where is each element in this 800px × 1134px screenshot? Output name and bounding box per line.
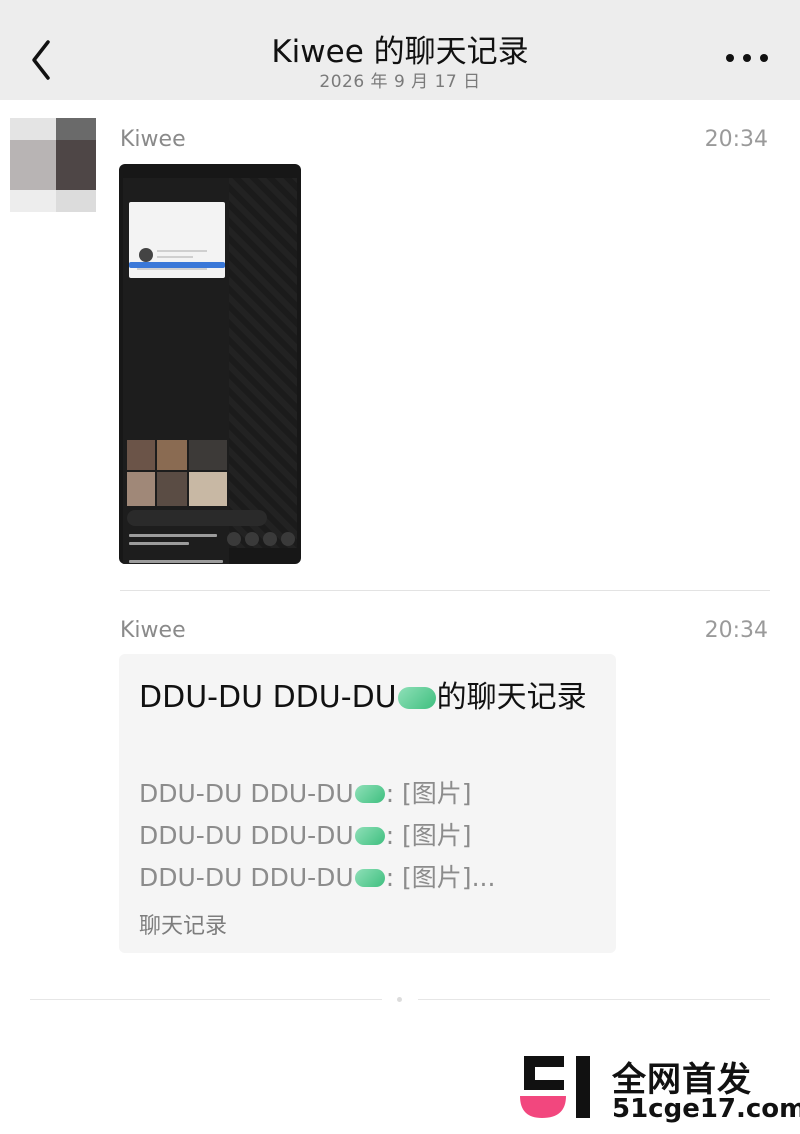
chat-record-title-name: DDU-DU DDU-DU	[139, 680, 397, 715]
message-sender: Kiwee	[120, 618, 186, 643]
chat-record-title: DDU-DU DDU-DU 的聊天记录	[139, 672, 599, 724]
green-emoji-icon	[354, 827, 385, 845]
message-sender: Kiwee	[120, 127, 186, 152]
chat-record-footer: 聊天记录	[139, 914, 228, 939]
message-time: 20:34	[704, 127, 768, 152]
green-emoji-icon	[354, 869, 385, 887]
chat-record-card[interactable]: DDU-DU DDU-DU 的聊天记录 DDU-DU DDU-DU: [图片] D…	[119, 654, 616, 953]
chat-record-preview-line: DDU-DU DDU-DU: [图片]...	[139, 863, 496, 892]
more-icon-dot	[743, 54, 751, 62]
more-options-button[interactable]	[722, 46, 772, 70]
image-message-thumbnail[interactable]	[119, 164, 301, 564]
site-logo-icon	[520, 1056, 590, 1118]
message-divider	[120, 590, 770, 591]
chat-record-title-suffix: 的聊天记录	[436, 680, 587, 715]
green-emoji-icon	[397, 687, 436, 709]
message-time: 20:34	[704, 618, 768, 643]
chat-history-header: Kiwee 的聊天记录 2026 年 9 月 17 日	[0, 0, 800, 100]
more-icon-dot	[760, 54, 768, 62]
thumbnail-content	[123, 178, 229, 564]
bottom-divider	[418, 999, 770, 1000]
more-icon-dot	[726, 54, 734, 62]
watermark-domain: 51cge17.com	[612, 1094, 800, 1124]
chat-record-preview-line: DDU-DU DDU-DU: [图片]	[139, 821, 472, 850]
bottom-divider-dot	[397, 997, 402, 1002]
history-date: 2026 年 9 月 17 日	[319, 72, 481, 92]
page-title: Kiwee 的聊天记录	[271, 34, 529, 70]
green-emoji-icon	[354, 785, 385, 803]
chat-record-preview-line: DDU-DU DDU-DU: [图片]	[139, 779, 472, 808]
bottom-divider	[30, 999, 382, 1000]
avatar[interactable]	[10, 118, 96, 212]
